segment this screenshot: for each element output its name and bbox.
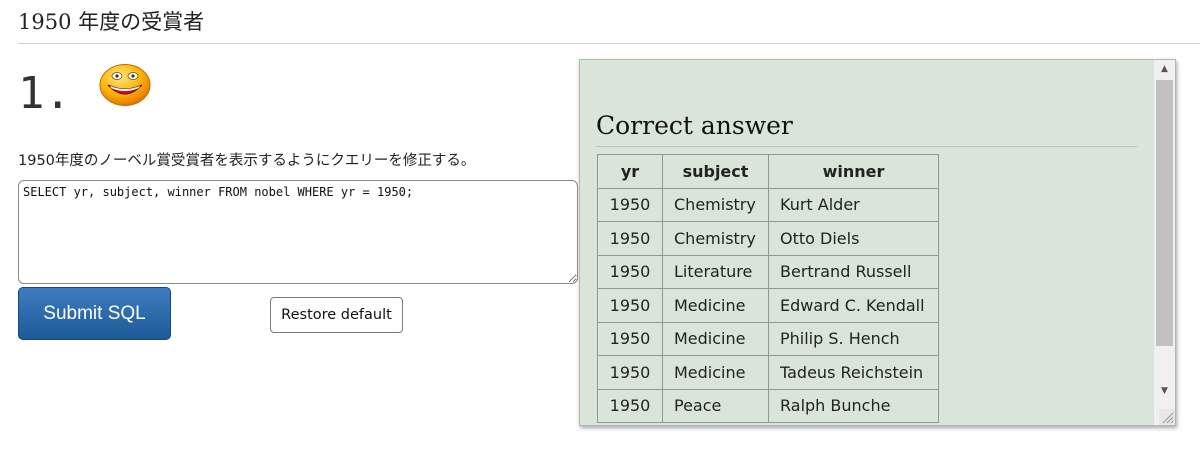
cell-subject: Medicine bbox=[662, 355, 769, 390]
answer-table: yr subject winner 1950 Chemistry Kurt Al… bbox=[597, 154, 939, 423]
cell-yr: 1950 bbox=[597, 355, 663, 390]
scroll-up-arrow-icon[interactable]: ▲ bbox=[1154, 60, 1175, 78]
cell-subject: Medicine bbox=[662, 288, 769, 323]
page: 1950 年度の受賞者 1. 1950年度のノーベル賞受賞者を表示するようにクエ… bbox=[0, 0, 1200, 451]
cell-yr: 1950 bbox=[597, 288, 663, 323]
scroll-down-arrow-icon[interactable]: ▼ bbox=[1154, 382, 1175, 400]
panel-scrollbar[interactable]: ▲ ▼ bbox=[1154, 60, 1175, 425]
column-header-winner: winner bbox=[768, 154, 939, 189]
cell-winner: Kurt Alder bbox=[768, 187, 939, 222]
table-row: 1950 Peace Ralph Bunche bbox=[597, 388, 939, 423]
restore-default-button[interactable]: Restore default bbox=[270, 297, 403, 333]
cell-winner: Bertrand Russell bbox=[768, 254, 939, 289]
cell-winner: Tadeus Reichstein bbox=[768, 355, 939, 390]
cell-winner: Philip S. Hench bbox=[768, 321, 939, 356]
question-prompt: 1950年度のノーベル賞受賞者を表示するようにクエリーを修正する。 bbox=[18, 153, 476, 169]
cell-winner: Otto Diels bbox=[768, 221, 939, 256]
cell-subject: Literature bbox=[662, 254, 769, 289]
table-row: 1950 Medicine Edward C. Kendall bbox=[597, 288, 939, 323]
cell-winner: Ralph Bunche bbox=[768, 388, 939, 423]
cell-subject: Chemistry bbox=[662, 221, 769, 256]
cell-subject: Medicine bbox=[662, 321, 769, 356]
table-row: 1950 Literature Bertrand Russell bbox=[597, 254, 939, 289]
table-row: 1950 Medicine Tadeus Reichstein bbox=[597, 355, 939, 390]
submit-sql-button[interactable]: Submit SQL bbox=[18, 287, 171, 340]
table-row: 1950 Chemistry Kurt Alder bbox=[597, 187, 939, 222]
cell-yr: 1950 bbox=[597, 321, 663, 356]
table-row: 1950 Chemistry Otto Diels bbox=[597, 221, 939, 256]
answer-title: Correct answer bbox=[596, 111, 793, 140]
table-header-row: yr subject winner bbox=[597, 154, 939, 189]
question-number: 1. bbox=[18, 68, 71, 119]
resize-grip-icon[interactable] bbox=[1159, 409, 1175, 425]
sql-input[interactable] bbox=[18, 180, 578, 284]
cell-yr: 1950 bbox=[597, 254, 663, 289]
column-header-subject: subject bbox=[662, 154, 769, 189]
cell-yr: 1950 bbox=[597, 221, 663, 256]
cell-yr: 1950 bbox=[597, 388, 663, 423]
cell-winner: Edward C. Kendall bbox=[768, 288, 939, 323]
cell-subject: Peace bbox=[662, 388, 769, 423]
title-divider bbox=[18, 43, 1200, 44]
cell-subject: Chemistry bbox=[662, 187, 769, 222]
scroll-thumb[interactable] bbox=[1156, 80, 1173, 346]
smiley-face-icon bbox=[99, 64, 151, 106]
answer-divider bbox=[596, 146, 1137, 147]
column-header-yr: yr bbox=[597, 154, 663, 189]
correct-answer-panel[interactable]: Correct answer yr subject winner 1950 Ch… bbox=[579, 59, 1176, 426]
table-row: 1950 Medicine Philip S. Hench bbox=[597, 321, 939, 356]
page-title: 1950 年度の受賞者 bbox=[18, 10, 205, 34]
cell-yr: 1950 bbox=[597, 187, 663, 222]
